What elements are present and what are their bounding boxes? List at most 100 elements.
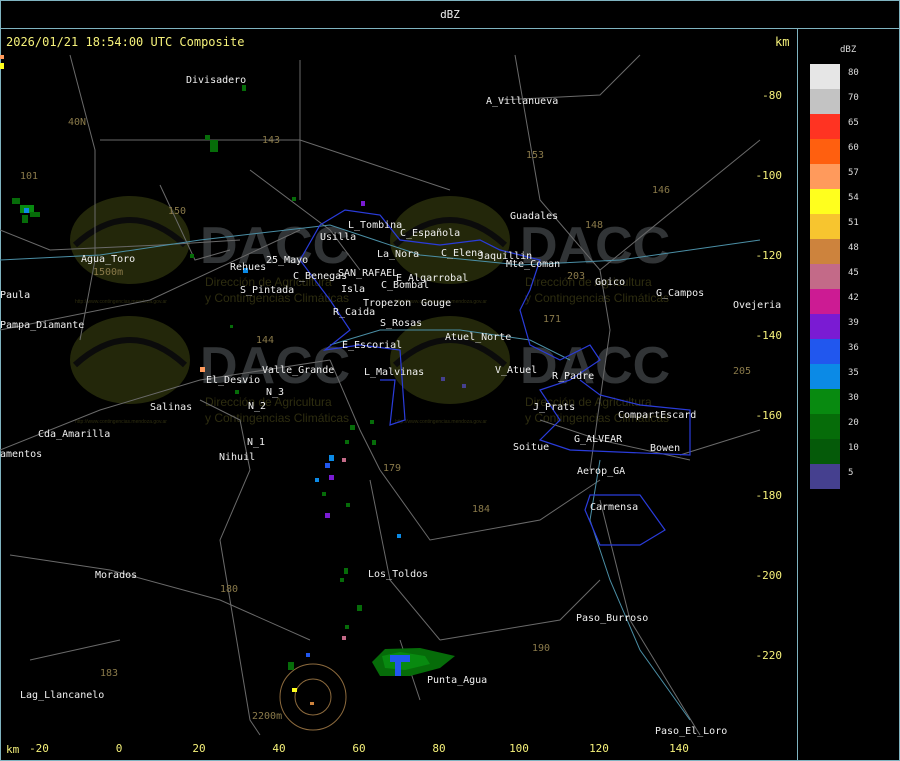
legend-swatch-51 bbox=[810, 214, 840, 239]
x-tick-label: 0 bbox=[116, 742, 123, 755]
legend-swatch-20 bbox=[810, 414, 840, 439]
place-label-g_alvear: G_ALVEAR bbox=[574, 434, 623, 445]
legend-label-60: 60 bbox=[848, 143, 859, 153]
road-line bbox=[29, 639, 121, 661]
echo-cell bbox=[345, 625, 349, 629]
x-tick-label: 100 bbox=[509, 742, 529, 755]
place-label-1500m: 1500m bbox=[93, 267, 123, 278]
legend-swatch-42 bbox=[810, 289, 840, 314]
legend-swatch-54 bbox=[810, 189, 840, 214]
place-label-25_mayo: 25_Mayo bbox=[266, 255, 308, 266]
legend-label-65: 65 bbox=[848, 118, 859, 128]
legend-swatch-60 bbox=[810, 139, 840, 164]
echo-cell bbox=[210, 140, 218, 152]
legend-swatch-45 bbox=[810, 264, 840, 289]
place-label-amentos: amentos bbox=[0, 449, 42, 460]
road-line bbox=[9, 554, 311, 641]
echo-cell bbox=[397, 534, 401, 538]
legend-label-5: 5 bbox=[848, 468, 854, 478]
legend-label-54: 54 bbox=[848, 193, 859, 203]
watermark-line1: Dirección de Agricultura bbox=[525, 275, 652, 289]
place-label-punta_agua: Punta_Agua bbox=[427, 675, 487, 686]
km-unit-top: km bbox=[775, 35, 790, 49]
x-tick-label: 80 bbox=[432, 742, 445, 755]
place-label-cda_amarilla: Cda_Amarilla bbox=[38, 429, 110, 440]
legend-title: dBZ bbox=[840, 45, 857, 55]
legend-label-36: 36 bbox=[848, 343, 859, 353]
place-label-n_1: N_1 bbox=[247, 437, 265, 448]
place-label-n_2: N_2 bbox=[248, 401, 266, 412]
place-label-paso_burroso: Paso_Burroso bbox=[576, 613, 648, 624]
place-label-usilla: Usilla bbox=[320, 232, 356, 243]
place-label-morados: Morados bbox=[95, 570, 137, 581]
echo-cell bbox=[342, 636, 346, 640]
radar-map[interactable]: DACC Dirección de Agricultura y Contingenc… bbox=[0, 0, 900, 761]
place-label-j_prats: J_Prats bbox=[533, 402, 575, 413]
x-tick-label: -20 bbox=[29, 742, 49, 755]
place-label-l_malvinas: L_Malvinas bbox=[364, 367, 424, 378]
echo-cell bbox=[230, 325, 233, 328]
legend-label-10: 10 bbox=[848, 443, 859, 453]
legend-label-20: 20 bbox=[848, 418, 859, 428]
echo-cell bbox=[441, 377, 445, 381]
echo-cell bbox=[0, 55, 4, 59]
place-label-144: 144 bbox=[256, 335, 274, 346]
place-label-101: 101 bbox=[20, 171, 38, 182]
place-label-e_escorial: E_Escorial bbox=[342, 340, 402, 351]
legend-label-30: 30 bbox=[848, 393, 859, 403]
x-tick-label: 40 bbox=[272, 742, 285, 755]
place-label-153: 153 bbox=[526, 150, 544, 161]
legend-label-42: 42 bbox=[848, 293, 859, 303]
place-label-agua_toro: Agua_Toro bbox=[81, 254, 135, 265]
echo-cell bbox=[24, 208, 29, 213]
echo-cell bbox=[235, 390, 239, 394]
legend-swatch-36 bbox=[810, 339, 840, 364]
watermark-logo-icon bbox=[390, 196, 510, 284]
legend-swatch-10 bbox=[810, 439, 840, 464]
place-label-183: 183 bbox=[100, 668, 118, 679]
place-labels: Divisadero A_Villanueva L_TombinaC_Español… bbox=[0, 75, 781, 737]
place-label-paula: Paula bbox=[0, 290, 30, 301]
echo-cell bbox=[190, 254, 194, 258]
echo-cell bbox=[0, 63, 4, 69]
echo-cell bbox=[342, 458, 346, 462]
place-label-r_padre: R_Padre bbox=[552, 371, 594, 382]
echo-cell bbox=[30, 212, 40, 217]
watermark-url: http://www.contingencias.mendoza.gov.ar bbox=[75, 299, 167, 305]
place-label-compartescard: CompartEscard bbox=[618, 410, 696, 421]
echo-cell bbox=[462, 384, 466, 388]
legend-label-39: 39 bbox=[848, 318, 859, 328]
place-label-pampa_diamante: Pampa_Diamante bbox=[0, 320, 84, 331]
place-label-g_campos: G_Campos bbox=[656, 288, 704, 299]
echo-cell bbox=[288, 662, 294, 670]
echo-cell bbox=[344, 568, 348, 574]
legend-swatch-5 bbox=[810, 464, 840, 489]
legend-swatch-35 bbox=[810, 364, 840, 389]
echo-cell bbox=[361, 201, 365, 206]
place-label-bowen: Bowen bbox=[650, 443, 680, 454]
echo-cell bbox=[329, 455, 334, 461]
y-tick-label: -180 bbox=[756, 489, 783, 502]
legend-swatch-70 bbox=[810, 89, 840, 114]
place-label-goico: Goico bbox=[595, 277, 625, 288]
x-tick-label: 60 bbox=[352, 742, 365, 755]
storm-cell-core bbox=[395, 660, 401, 676]
place-label-c_bombal: C_Bombal bbox=[381, 280, 429, 291]
watermark-url: http://www.contingencias.mendoza.gov.ar bbox=[75, 419, 167, 425]
place-label-171: 171 bbox=[543, 314, 561, 325]
legend-label-35: 35 bbox=[848, 368, 859, 378]
echo-cell bbox=[357, 605, 362, 611]
legend-label-80: 80 bbox=[848, 68, 859, 78]
legend-label-48: 48 bbox=[848, 243, 859, 253]
place-label-los_toldos: Los_Toldos bbox=[368, 569, 428, 580]
place-label-a_villanueva: A_Villanueva bbox=[486, 96, 558, 107]
place-label-la_nora: La_Nora bbox=[377, 249, 419, 260]
echo-cell bbox=[325, 463, 330, 468]
place-label-150: 150 bbox=[168, 206, 186, 217]
y-tick-label: -160 bbox=[756, 409, 783, 422]
volcano-contour-inner bbox=[294, 678, 332, 716]
place-label-el_desvio: El_Desvio bbox=[206, 375, 260, 386]
y-tick-label: -100 bbox=[756, 169, 783, 182]
place-label-148: 148 bbox=[585, 220, 603, 231]
place-label-divisadero: Divisadero bbox=[186, 75, 246, 86]
